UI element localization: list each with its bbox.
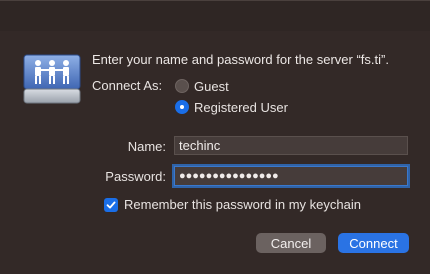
guest-radio-label: Guest bbox=[194, 78, 229, 94]
remember-password-checkbox-row[interactable]: Remember this password in my keychain bbox=[104, 197, 361, 212]
registered-user-radio-label: Registered User bbox=[194, 99, 288, 115]
name-field[interactable] bbox=[174, 136, 408, 155]
guest-radio-option[interactable]: Guest bbox=[175, 78, 229, 94]
remember-password-label: Remember this password in my keychain bbox=[124, 197, 361, 212]
registered-user-radio-option[interactable]: Registered User bbox=[175, 99, 288, 115]
shared-server-icon bbox=[20, 51, 84, 107]
cancel-button[interactable]: Cancel bbox=[256, 233, 326, 253]
connect-as-label: Connect As: bbox=[92, 78, 163, 93]
password-field[interactable]: ●●●●●●●●●●●●●●● bbox=[174, 166, 408, 186]
name-label: Name: bbox=[127, 139, 166, 154]
guest-radio-button[interactable] bbox=[175, 79, 189, 93]
connect-to-server-dialog: Enter your name and password for the ser… bbox=[0, 0, 430, 274]
dialog-prompt: Enter your name and password for the ser… bbox=[92, 52, 389, 67]
connect-button[interactable]: Connect bbox=[338, 233, 409, 253]
checkmark-icon bbox=[106, 201, 116, 208]
password-label: Password: bbox=[105, 169, 166, 184]
title-bar bbox=[0, 1, 430, 31]
registered-user-radio-button[interactable] bbox=[175, 100, 189, 114]
remember-password-checkbox[interactable] bbox=[104, 197, 118, 212]
